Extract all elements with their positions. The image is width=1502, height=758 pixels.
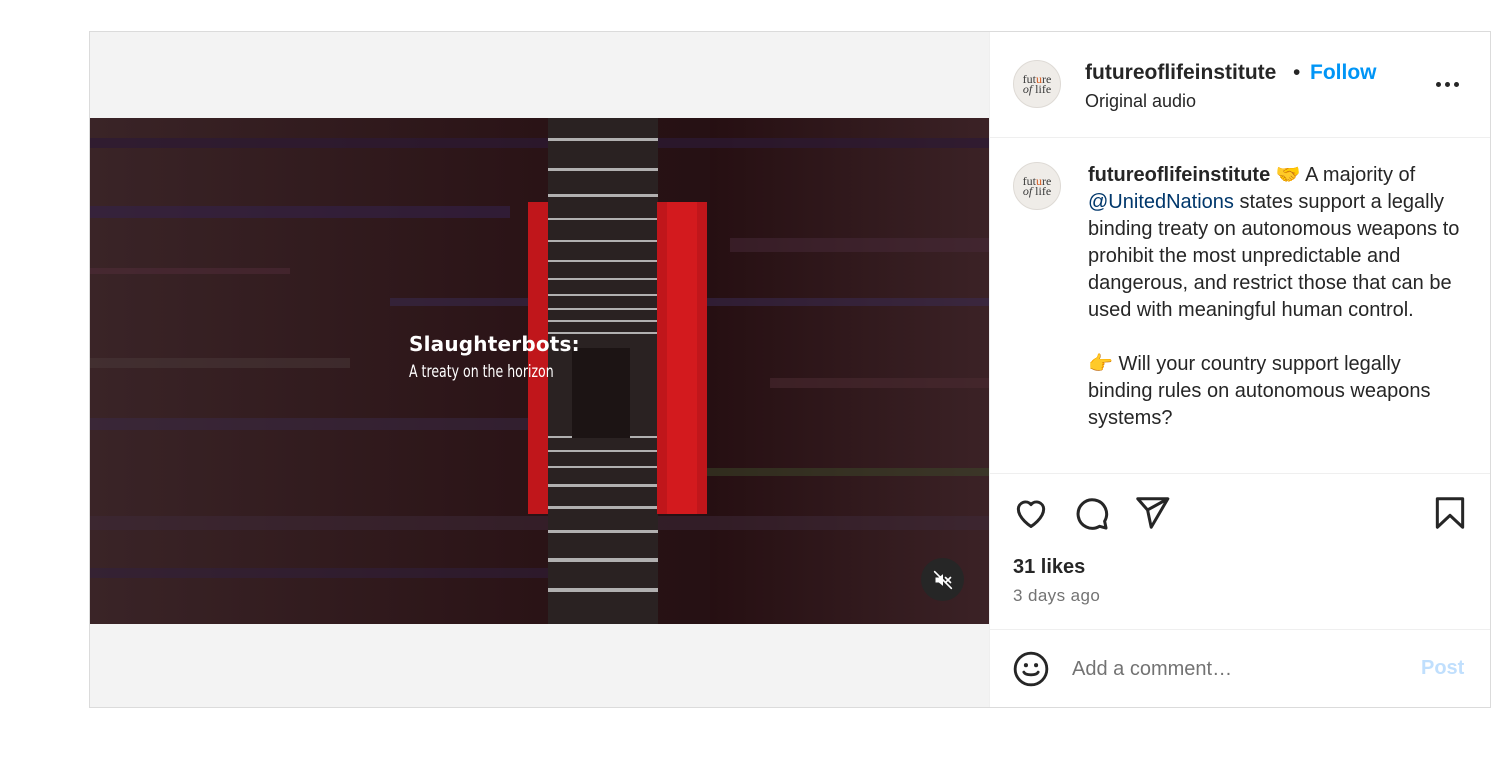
bookmark-icon [1435,497,1465,529]
caption-text: futureoflifeinstitute 🤝 A majority of @U… [1088,162,1463,432]
more-horizontal-icon [1435,81,1441,87]
pointing-emoji: 👉 [1088,353,1113,375]
caption-username[interactable]: futureoflifeinstitute [1088,164,1270,186]
heart-icon [1016,500,1046,528]
smiley-icon [1013,651,1049,687]
fli-logo: future of life [1022,174,1052,198]
mute-button[interactable] [921,558,964,601]
caption-part-c: Will your country support legally bindin… [1088,353,1431,429]
likes-count[interactable]: 31 likes [1013,556,1085,579]
more-options-button[interactable] [1432,72,1462,96]
actions-section: 31 likes 3 days ago [990,474,1490,630]
video-subtitle: A treaty on the horizon [409,362,554,382]
post-timestamp[interactable]: 3 days ago [1013,586,1100,606]
header-separator: • [1293,61,1301,84]
speaker-muted-icon [933,570,952,589]
handshake-emoji: 🤝 [1275,164,1301,186]
post-header: future of life futureoflifeinstitute • Fo… [990,32,1490,138]
avatar[interactable]: future of life [1013,60,1061,108]
more-dot [1453,81,1459,87]
instagram-post: Slaughterbots: A treaty on the horizon f… [89,31,1491,708]
comment-button[interactable] [1072,494,1110,532]
comment-icon [1076,498,1109,530]
header-username[interactable]: futureoflifeinstitute [1085,61,1276,85]
comment-bar: Post [990,630,1490,707]
video-title: Slaughterbots: [409,332,580,356]
follow-button[interactable]: Follow [1310,61,1377,85]
paper-plane-icon [1136,497,1170,529]
caption-avatar[interactable]: future of life [1013,162,1061,210]
emoji-button[interactable] [1012,650,1050,688]
comment-input[interactable] [1072,652,1402,686]
save-button[interactable] [1431,494,1469,532]
fli-logo: future of life [1022,72,1052,96]
media-panel: Slaughterbots: A treaty on the horizon [90,32,989,707]
post-side-panel: future of life futureoflifeinstitute • Fo… [989,32,1490,707]
post-comment-button[interactable]: Post [1421,657,1464,680]
audio-label[interactable]: Original audio [1085,91,1196,112]
caption-section: future of life futureoflifeinstitute 🤝 A … [990,138,1490,474]
more-dot [1444,81,1450,87]
mention-link[interactable]: @UnitedNations [1088,191,1234,213]
video-overlay-title: Slaughterbots: A treaty on the horizon [409,332,585,382]
caption-part-a: A majority of [1300,164,1416,186]
video-player[interactable]: Slaughterbots: A treaty on the horizon [90,118,989,624]
like-button[interactable] [1012,494,1050,532]
share-button[interactable] [1133,494,1171,532]
